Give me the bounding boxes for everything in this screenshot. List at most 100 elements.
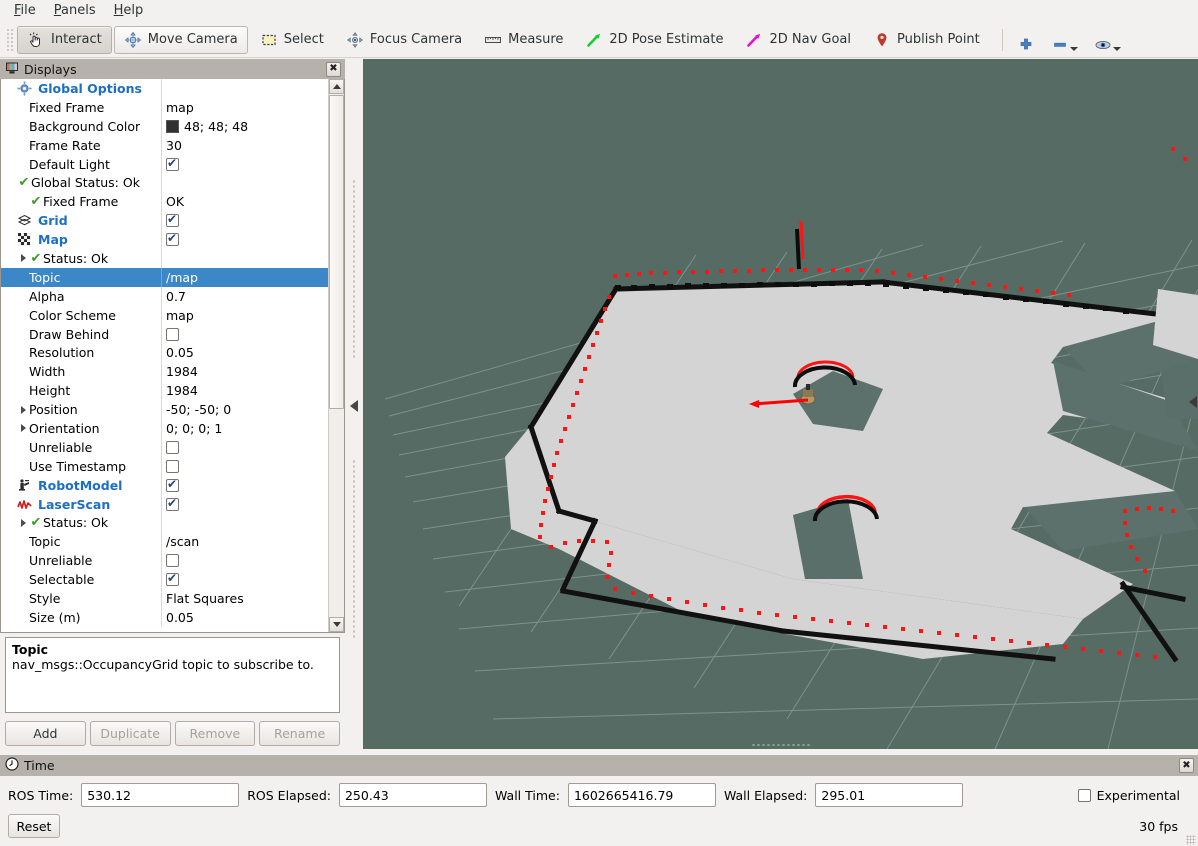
display-row-topic[interactable]: Topic/scan xyxy=(1,532,328,551)
wall-time-input[interactable]: 1602665416.79 xyxy=(568,783,716,807)
display-row-value-cell[interactable] xyxy=(161,457,328,476)
display-row-background-color[interactable]: Background Color48; 48; 48 xyxy=(1,117,328,136)
duplicate-display-button[interactable]: Duplicate xyxy=(90,721,171,746)
display-row-value-cell[interactable] xyxy=(161,325,328,344)
display-row-value-cell[interactable] xyxy=(161,230,328,249)
tool-2d-nav-goal-button[interactable]: 2D Nav Goal xyxy=(735,26,861,54)
display-row-value-cell[interactable]: OK xyxy=(161,192,328,211)
display-row-value-cell[interactable] xyxy=(161,495,328,514)
menu-help[interactable]: Help xyxy=(106,2,152,21)
display-row-fixed-frame[interactable]: ✔Fixed FrameOK xyxy=(1,192,328,211)
tool-move-camera-button[interactable]: Move Camera xyxy=(114,26,248,54)
menu-file[interactable]: File xyxy=(6,2,44,21)
display-row-value-cell[interactable]: 30 xyxy=(161,136,328,155)
display-enable-checkbox[interactable] xyxy=(166,214,179,227)
display-row-frame-rate[interactable]: Frame Rate30 xyxy=(1,136,328,155)
display-row-value-cell[interactable]: 1984 xyxy=(161,381,328,400)
dock-splitter[interactable] xyxy=(345,59,363,749)
display-row-value-cell[interactable] xyxy=(161,249,328,268)
display-row-size-m[interactable]: Size (m)0.05 xyxy=(1,608,328,627)
tool-select-button[interactable]: Select xyxy=(250,26,334,54)
scroll-up-button[interactable] xyxy=(329,79,344,94)
add-tool-button[interactable] xyxy=(1013,26,1039,54)
tool-measure-button[interactable]: Measure xyxy=(474,26,573,54)
displays-scrollbar[interactable] xyxy=(328,79,344,632)
display-row-value-cell[interactable] xyxy=(161,476,328,495)
display-row-value-cell[interactable] xyxy=(161,79,328,98)
remove-display-button[interactable]: Remove xyxy=(175,721,256,746)
display-row-position[interactable]: Position-50; -50; 0 xyxy=(1,400,328,419)
reset-button[interactable]: Reset xyxy=(8,814,60,838)
display-row-height[interactable]: Height1984 xyxy=(1,381,328,400)
color-swatch[interactable] xyxy=(166,120,179,133)
tool-2d-pose-estimate-button[interactable]: 2D Pose Estimate xyxy=(575,26,733,54)
display-row-status-ok[interactable]: ✔Status: Ok xyxy=(1,249,328,268)
display-row-value-cell[interactable]: 48; 48; 48 xyxy=(161,117,328,136)
wall-elapsed-input[interactable]: 295.01 xyxy=(815,783,963,807)
expand-triangle-icon[interactable] xyxy=(17,254,29,262)
render-viewport[interactable] xyxy=(363,59,1198,749)
visibility-tool-button[interactable] xyxy=(1090,26,1125,54)
display-row-value-cell[interactable] xyxy=(161,211,328,230)
display-row-draw-behind[interactable]: Draw Behind xyxy=(1,325,328,344)
display-row-robotmodel[interactable]: RobotModel xyxy=(1,476,328,495)
display-enable-checkbox[interactable] xyxy=(166,158,179,171)
remove-tool-button[interactable] xyxy=(1047,26,1082,54)
resize-grip[interactable] xyxy=(1186,835,1196,845)
display-row-laserscan[interactable]: LaserScan xyxy=(1,495,328,514)
display-enable-checkbox[interactable] xyxy=(166,479,179,492)
tool-publish-point-button[interactable]: Publish Point xyxy=(863,26,990,54)
expand-triangle-icon[interactable] xyxy=(17,406,29,414)
display-row-value-cell[interactable]: Flat Squares xyxy=(161,589,328,608)
scroll-thumb[interactable] xyxy=(329,95,344,409)
display-row-status-ok[interactable]: ✔Status: Ok xyxy=(1,513,328,532)
displays-close-button[interactable]: ✖ xyxy=(326,62,341,77)
ros-time-input[interactable]: 530.12 xyxy=(81,783,239,807)
display-row-value-cell[interactable] xyxy=(161,155,328,174)
display-row-use-timestamp[interactable]: Use Timestamp xyxy=(1,457,328,476)
display-row-map[interactable]: Map xyxy=(1,230,328,249)
display-enable-checkbox[interactable] xyxy=(166,233,179,246)
collapse-right-arrow-icon[interactable] xyxy=(1189,396,1197,408)
display-row-value-cell[interactable]: 0.05 xyxy=(161,343,328,362)
display-row-value-cell[interactable] xyxy=(161,570,328,589)
rename-display-button[interactable]: Rename xyxy=(259,721,340,746)
display-row-value-cell[interactable] xyxy=(161,173,328,192)
display-row-grid[interactable]: Grid xyxy=(1,211,328,230)
display-row-default-light[interactable]: Default Light xyxy=(1,155,328,174)
display-enable-checkbox[interactable] xyxy=(166,498,179,511)
tool-focus-camera-button[interactable]: Focus Camera xyxy=(336,26,472,54)
experimental-checkbox[interactable] xyxy=(1078,789,1091,802)
display-row-global-options[interactable]: Global Options xyxy=(1,79,328,98)
display-row-alpha[interactable]: Alpha0.7 xyxy=(1,287,328,306)
time-close-button[interactable]: ✖ xyxy=(1179,758,1194,773)
experimental-toggle[interactable]: Experimental xyxy=(1078,788,1190,803)
scroll-down-button[interactable] xyxy=(329,617,344,632)
display-row-value-cell[interactable] xyxy=(161,551,328,570)
viewport-bottom-grip[interactable] xyxy=(751,743,811,747)
display-enable-checkbox[interactable] xyxy=(166,441,179,454)
display-row-orientation[interactable]: Orientation0; 0; 0; 1 xyxy=(1,419,328,438)
display-row-value-cell[interactable]: -50; -50; 0 xyxy=(161,400,328,419)
display-row-global-status-ok[interactable]: ✔Global Status: Ok xyxy=(1,173,328,192)
display-row-value-cell[interactable] xyxy=(161,438,328,457)
collapse-left-arrow-icon[interactable] xyxy=(350,400,358,412)
ros-elapsed-input[interactable]: 250.43 xyxy=(339,783,487,807)
tool-interact-button[interactable]: Interact xyxy=(17,26,112,54)
display-enable-checkbox[interactable] xyxy=(166,554,179,567)
chevron-down-icon-2[interactable] xyxy=(1113,47,1121,51)
display-row-resolution[interactable]: Resolution0.05 xyxy=(1,343,328,362)
chevron-down-icon[interactable] xyxy=(1070,47,1078,51)
display-enable-checkbox[interactable] xyxy=(166,573,179,586)
display-row-value-cell[interactable]: map xyxy=(161,98,328,117)
displays-tree[interactable]: Global OptionsFixed FramemapBackground C… xyxy=(1,79,328,632)
display-row-value-cell[interactable] xyxy=(161,513,328,532)
expand-triangle-icon[interactable] xyxy=(17,424,29,432)
display-enable-checkbox[interactable] xyxy=(166,328,179,341)
display-row-unreliable[interactable]: Unreliable xyxy=(1,551,328,570)
display-row-unreliable[interactable]: Unreliable xyxy=(1,438,328,457)
expand-triangle-icon[interactable] xyxy=(17,519,29,527)
toolbar-grip[interactable] xyxy=(6,28,14,52)
display-row-topic[interactable]: Topic/map xyxy=(1,268,328,287)
display-row-value-cell[interactable]: 0.05 xyxy=(161,608,328,627)
